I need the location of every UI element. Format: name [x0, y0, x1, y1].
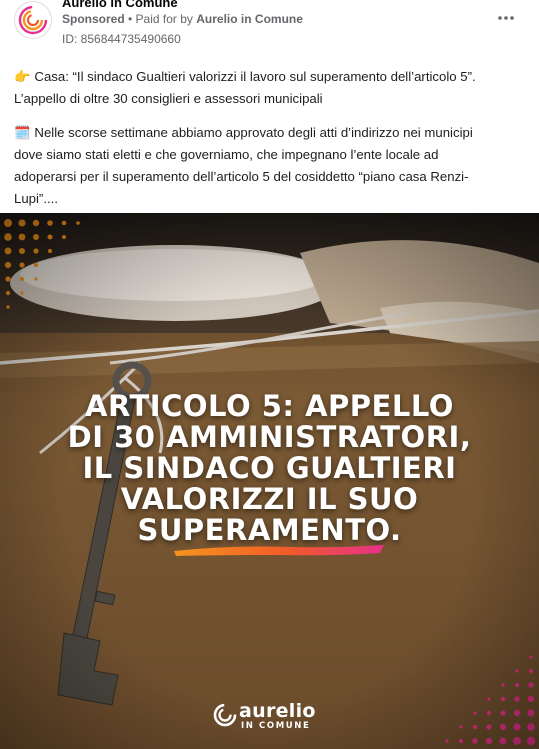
- paid-for-name[interactable]: Aurelio in Comune: [196, 12, 303, 26]
- para2-line3: adoperarsi per il superamento dell’artic…: [14, 169, 469, 184]
- pointing-hand-icon: 👉: [14, 69, 31, 84]
- sponsored-post: Aurelio in Comune Sponsored • Paid for b…: [0, 0, 539, 749]
- aurelio-logo: aurelio IN COMUNE: [212, 700, 328, 733]
- ad-image[interactable]: ARTICOLO 5: APPELLO DI 30 AMMINISTRATORI…: [0, 213, 539, 749]
- brush-stroke: [174, 545, 384, 556]
- more-options-button[interactable]: [494, 6, 518, 30]
- headline-line-1: ARTICOLO 5: APPELLO: [85, 389, 454, 423]
- logo-subtitle: IN COMUNE: [241, 721, 311, 731]
- para2-line2: dove siamo stati eletti e che governiamo…: [14, 147, 439, 162]
- para2-line1: Nelle scorse settimane abbiamo approvato…: [34, 125, 473, 140]
- paragraph-2: 🗓️ Nelle scorse settimane abbiamo approva…: [14, 122, 529, 210]
- headline-line-2: DI 30 AMMINISTRATORI,: [67, 420, 472, 454]
- paragraph-1: 👉 Casa: “Il sindaco Gualtieri valorizzi i…: [14, 66, 529, 110]
- sponsorship-line: Sponsored • Paid for by Aurelio in Comun…: [62, 12, 303, 26]
- ad-headline: ARTICOLO 5: APPELLO DI 30 AMMINISTRATORI…: [0, 391, 539, 546]
- post-text: 👉 Casa: “Il sindaco Gualtieri valorizzi i…: [14, 66, 529, 222]
- more-horizontal-icon: [498, 16, 514, 20]
- ad-id: ID: 856844735490660: [62, 32, 181, 46]
- aurelio-logo-icon: [18, 5, 48, 35]
- aurelio-swirl-icon: [213, 703, 237, 727]
- page-name[interactable]: Aurelio in Comune: [62, 0, 178, 10]
- post-header: Aurelio in Comune Sponsored • Paid for b…: [0, 0, 539, 50]
- logo-word: aurelio: [239, 700, 316, 722]
- headline-line-3: IL SINDACO GUALTIERI: [82, 451, 457, 485]
- para1-line2: L’appello di oltre 30 consiglieri e asse…: [14, 91, 323, 106]
- avatar[interactable]: [14, 1, 52, 39]
- headline-line-4: VALORIZZI IL SUO: [120, 482, 419, 516]
- headline-line-5: SUPERAMENTO.: [137, 513, 402, 547]
- para1-line1: Casa: “Il sindaco Gualtieri valorizzi il…: [34, 69, 476, 84]
- sponsored-label: Sponsored: [62, 12, 125, 26]
- para2-line4: Lupi”....: [14, 191, 58, 206]
- paid-for-prefix: Paid for by: [135, 12, 197, 26]
- separator: •: [124, 12, 136, 26]
- calendar-icon: 🗓️: [14, 125, 31, 140]
